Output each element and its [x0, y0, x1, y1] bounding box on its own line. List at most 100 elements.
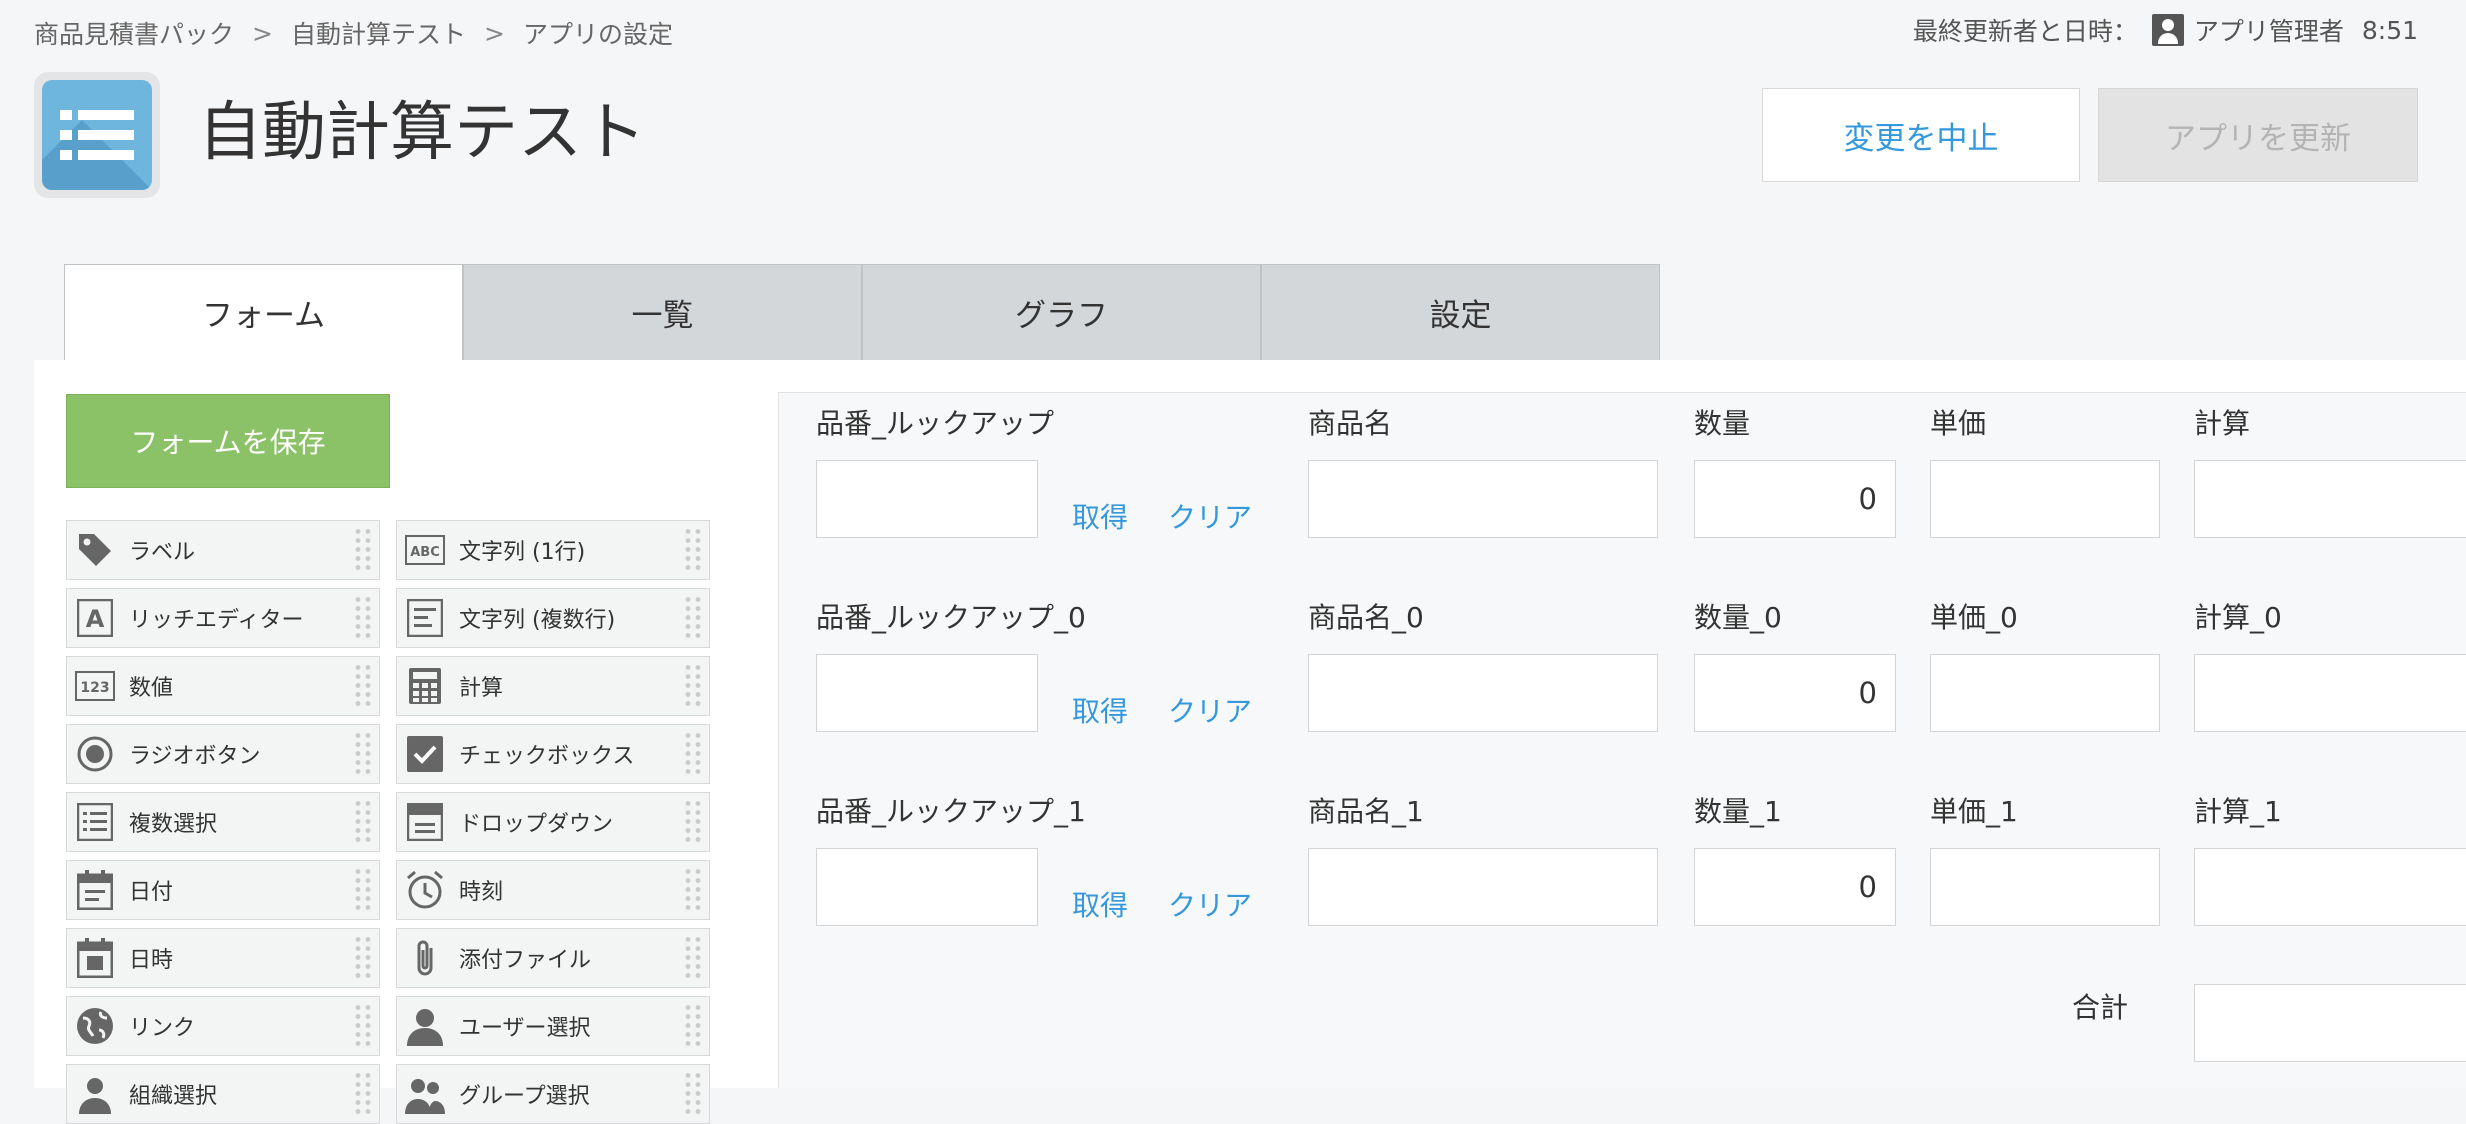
drag-handle-icon — [353, 867, 373, 913]
drag-handle-icon — [353, 595, 373, 641]
user-icon — [2151, 14, 2184, 46]
palette-item-multi-select[interactable]: 複数選択 — [66, 792, 380, 852]
breadcrumb-item-current: アプリの設定 — [522, 20, 673, 49]
palette-item-label-text: ユーザー選択 — [459, 1016, 591, 1041]
unit-price-input[interactable] — [1930, 654, 2160, 732]
palette-item-label-text: 添付ファイル — [459, 948, 592, 973]
globe-icon — [75, 1006, 115, 1046]
lookup-fetch-link[interactable]: 取得 — [1072, 690, 1128, 730]
lookup-fetch-link[interactable]: 取得 — [1072, 496, 1128, 536]
tab-form[interactable]: フォーム — [64, 264, 463, 360]
multi-select-icon — [75, 802, 115, 842]
field-label-product-name: 商品名_0 — [1308, 601, 1424, 634]
palette-item-label-text: グループ選択 — [459, 1084, 590, 1109]
calculator-icon — [405, 666, 445, 706]
lookup-clear-link[interactable]: クリア — [1168, 496, 1252, 536]
palette-item-label-text: 計算 — [459, 676, 504, 701]
product-name-input[interactable] — [1308, 654, 1658, 732]
palette-item-label-text: チェックボックス — [459, 744, 635, 769]
unit-price-input[interactable] — [1930, 460, 2160, 538]
palette-item-label-text: リッチエディター — [129, 608, 304, 633]
palette-item-label[interactable]: ラベル — [66, 520, 380, 580]
palette-item-datetime[interactable]: 日時 — [66, 928, 380, 988]
tab-graph[interactable]: グラフ — [862, 264, 1261, 360]
field-label-lookup: 品番_ルックアップ_0 — [816, 601, 1086, 634]
palette-item-multi-line-text[interactable]: 文字列 (複数行) — [396, 588, 710, 648]
drag-handle-icon — [353, 799, 373, 845]
palette-item-label-text: 時刻 — [459, 880, 504, 905]
palette-item-rich-editor[interactable]: A リッチエディター — [66, 588, 380, 648]
drag-handle-icon — [353, 731, 373, 777]
lookup-input[interactable] — [816, 848, 1038, 926]
tag-icon — [75, 530, 115, 570]
calculation-output — [2194, 848, 2466, 926]
save-form-button[interactable]: フォームを保存 — [66, 394, 390, 488]
dropdown-icon — [405, 802, 445, 842]
paperclip-icon — [405, 938, 445, 978]
last-updated-user[interactable]: アプリ管理者 — [2194, 12, 2344, 48]
number-123-icon: 123 — [75, 666, 115, 706]
app-title: 自動計算テスト — [198, 96, 646, 170]
product-name-input[interactable] — [1308, 848, 1658, 926]
unit-price-input[interactable] — [1930, 848, 2160, 926]
tab-settings[interactable]: 設定 — [1261, 264, 1660, 360]
quantity-input[interactable]: 0 — [1694, 654, 1896, 732]
clock-icon — [405, 870, 445, 910]
field-label-product-name: 商品名_1 — [1308, 795, 1424, 828]
palette-item-label-text: 日時 — [129, 948, 174, 973]
palette-item-radio-button[interactable]: ラジオボタン — [66, 724, 380, 784]
palette-item-group-select[interactable]: グループ選択 — [396, 1064, 710, 1124]
field-label-unit-price: 単価_0 — [1930, 601, 2018, 634]
cancel-changes-button[interactable]: 変更を中止 — [1762, 88, 2080, 182]
palette-item-label-text: 文字列 (複数行) — [459, 608, 616, 633]
breadcrumb-item-space[interactable]: 商品見積書パック — [34, 15, 234, 51]
lookup-clear-link[interactable]: クリア — [1168, 884, 1252, 924]
drag-handle-icon — [683, 731, 703, 777]
palette-item-dropdown[interactable]: ドロップダウン — [396, 792, 710, 852]
breadcrumb-item-app[interactable]: 自動計算テスト — [291, 15, 466, 51]
drag-handle-icon — [353, 935, 373, 981]
palette-item-link[interactable]: リンク — [66, 996, 380, 1056]
last-updated-time: 8:51 — [2361, 15, 2418, 45]
field-label-calculation: 計算_0 — [2194, 601, 2282, 634]
palette-item-label-text: ラジオボタン — [129, 744, 261, 769]
svg-text:123: 123 — [80, 680, 109, 696]
lookup-input[interactable] — [816, 654, 1038, 732]
field-label-lookup: 品番_ルックアップ_1 — [816, 795, 1086, 828]
palette-item-label-text: 複数選択 — [129, 812, 218, 837]
lookup-input[interactable] — [816, 460, 1038, 538]
palette-item-label-text: リンク — [129, 1016, 196, 1041]
update-app-button[interactable]: アプリを更新 — [2098, 88, 2418, 182]
last-updated-label: 最終更新者と日時： — [1912, 17, 2138, 46]
quantity-input[interactable]: 0 — [1694, 848, 1896, 926]
palette-item-number[interactable]: 123 数値 — [66, 656, 380, 716]
palette-item-time[interactable]: 時刻 — [396, 860, 710, 920]
last-updated-info: 最終更新者と日時： アプリ管理者 8:51 — [1913, 12, 2418, 48]
palette-item-org-select[interactable]: 組織選択 — [66, 1064, 380, 1124]
palette-item-single-line-text[interactable]: ABC 文字列 (1行) — [396, 520, 710, 580]
product-name-input[interactable] — [1308, 460, 1658, 538]
drag-handle-icon — [353, 527, 373, 573]
quantity-input[interactable]: 0 — [1694, 460, 1896, 538]
app-icon — [34, 72, 160, 198]
palette-item-user-select[interactable]: ユーザー選択 — [396, 996, 710, 1056]
svg-text:A: A — [86, 605, 105, 633]
group-icon — [405, 1074, 445, 1114]
field-label-quantity: 数量 — [1694, 407, 1751, 440]
abc-icon: ABC — [405, 530, 445, 570]
palette-item-attachment[interactable]: 添付ファイル — [396, 928, 710, 988]
drag-handle-icon — [683, 1071, 703, 1117]
field-label-total: 合計 — [2072, 991, 2129, 1024]
calculation-output — [2194, 654, 2466, 732]
palette-item-calculation[interactable]: 計算 — [396, 656, 710, 716]
lookup-fetch-link[interactable]: 取得 — [1072, 884, 1128, 924]
drag-handle-icon — [683, 663, 703, 709]
palette-item-label-text: 数値 — [129, 676, 174, 701]
tab-list[interactable]: 一覧 — [463, 264, 862, 360]
palette-item-date[interactable]: 日付 — [66, 860, 380, 920]
breadcrumb-separator: > — [483, 18, 505, 48]
lookup-clear-link[interactable]: クリア — [1168, 690, 1252, 730]
calendar-icon — [75, 870, 115, 910]
palette-item-checkbox[interactable]: チェックボックス — [396, 724, 710, 784]
drag-handle-icon — [683, 867, 703, 913]
